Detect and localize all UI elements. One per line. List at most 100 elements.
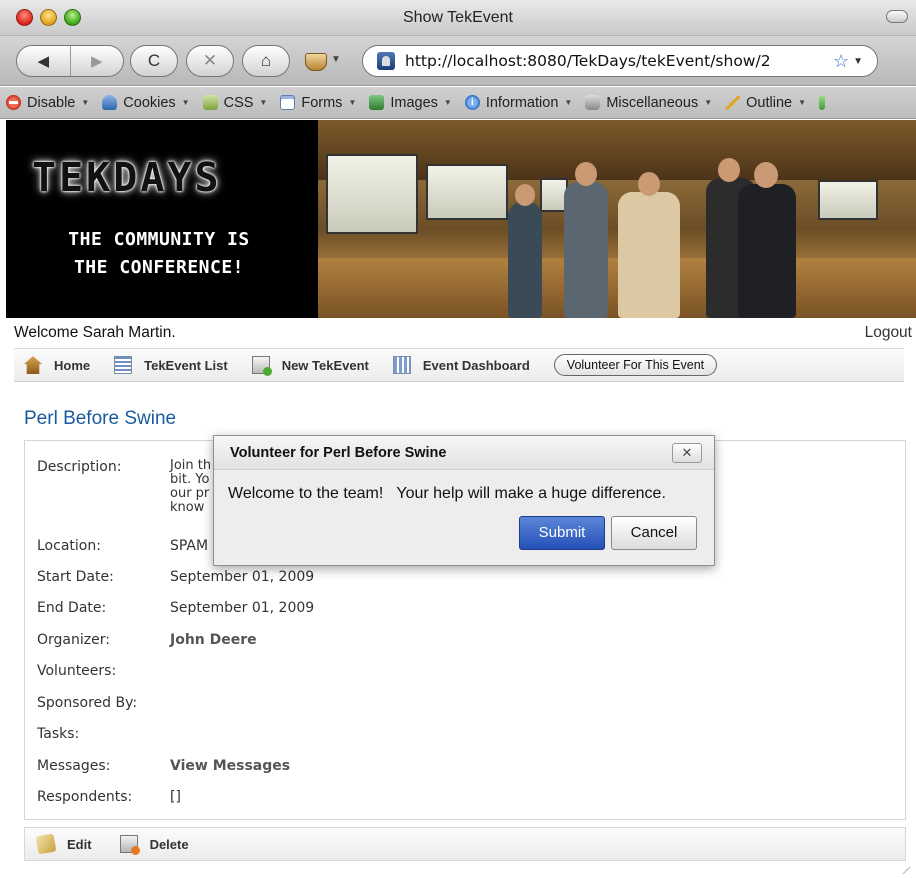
- delete-label: Delete: [149, 836, 189, 852]
- chevron-down-icon: ▼: [331, 54, 341, 65]
- main-nav: Home TekEvent List New TekEvent Event Da…: [14, 348, 904, 382]
- window-titlebar: Show TekEvent: [0, 0, 916, 36]
- toolbar-item-cookies[interactable]: Cookies ▼: [102, 94, 190, 111]
- toolbar-item-miscellaneous[interactable]: Miscellaneous ▼: [585, 95, 712, 111]
- page-title: Perl Before Swine: [24, 408, 177, 429]
- images-icon: [369, 95, 385, 110]
- toolbar-item-label: CSS: [223, 94, 254, 111]
- respondents-label: Respondents:: [37, 789, 133, 805]
- messages-label: Messages:: [37, 758, 111, 774]
- site-banner: TEKDAYS THE COMMUNITY IS THE CONFERENCE!: [6, 120, 916, 318]
- toolbar-item-label: Information: [485, 94, 559, 111]
- photo-poster: [426, 164, 508, 220]
- stop-button[interactable]: ✕: [186, 45, 234, 77]
- volunteer-dialog: Volunteer for Perl Before Swine ✕ Welcom…: [213, 435, 715, 566]
- cancel-button[interactable]: Cancel: [611, 516, 697, 550]
- description-label: Description:: [37, 459, 122, 475]
- start-date-value: September 01, 2009: [170, 569, 315, 585]
- toolbar-toggle-button[interactable]: [886, 10, 908, 23]
- new-document-icon: [251, 356, 272, 376]
- nav-new-tekevent[interactable]: New TekEvent: [251, 356, 369, 376]
- back-forward-group: ◀ ▶: [16, 45, 124, 77]
- miscellaneous-icon: [585, 95, 601, 110]
- sponsored-by-label: Sponsored By:: [37, 695, 138, 711]
- delete-document-icon: [119, 835, 140, 855]
- toolbar-item-label: Miscellaneous: [606, 94, 699, 111]
- overflow-icon: [819, 95, 825, 110]
- dialog-title: Volunteer for Perl Before Swine: [230, 445, 447, 461]
- end-date-value: September 01, 2009: [170, 600, 315, 616]
- reload-button[interactable]: C: [130, 45, 178, 77]
- greasemonkey-icon[interactable]: ▼: [303, 50, 341, 72]
- toolbar-item-label: Images: [390, 94, 438, 111]
- dialog-close-button[interactable]: ✕: [672, 443, 702, 463]
- photo-head: [754, 162, 778, 188]
- information-icon: i: [464, 95, 480, 110]
- nav-home-label: Home: [54, 357, 91, 373]
- toolbar-item-label: Outline: [746, 94, 793, 111]
- dialog-message: Welcome to the team! Your help will make…: [228, 485, 666, 502]
- nav-new-label: New TekEvent: [281, 357, 369, 373]
- edit-label: Edit: [67, 836, 92, 852]
- url-dropdown-icon[interactable]: ▼: [853, 56, 863, 67]
- disable-icon: [6, 95, 21, 110]
- volunteer-button[interactable]: Volunteer For This Event: [553, 354, 718, 376]
- window-title: Show TekEvent: [403, 9, 513, 26]
- toolbar-item-outline[interactable]: Outline ▼: [725, 95, 806, 111]
- start-date-label: Start Date:: [37, 569, 114, 585]
- view-messages-link[interactable]: View Messages: [170, 758, 290, 774]
- chevron-down-icon: ▼: [798, 98, 806, 107]
- nav-dashboard-label: Event Dashboard: [422, 357, 530, 373]
- submit-button[interactable]: Submit: [519, 516, 605, 550]
- photo-head: [638, 172, 660, 196]
- welcome-bar: Welcome Sarah Martin. Logout: [14, 324, 912, 346]
- organizer-link[interactable]: John Deere: [170, 632, 257, 648]
- toolbar-item-disable[interactable]: Disable ▼: [6, 95, 89, 111]
- photo-poster: [326, 154, 418, 234]
- toolbar-item-images[interactable]: Images ▼: [369, 94, 452, 111]
- toolbar-item-label: Cookies: [123, 94, 176, 111]
- tasks-label: Tasks:: [37, 726, 80, 742]
- toolbar-item-overflow[interactable]: [819, 95, 831, 110]
- dashboard-icon: [392, 356, 411, 374]
- photo-floor: [318, 258, 916, 318]
- bookmark-star-icon[interactable]: ☆: [833, 51, 849, 72]
- tagline-line-2: THE CONFERENCE!: [73, 257, 245, 278]
- edit-button[interactable]: Edit: [35, 833, 92, 855]
- resize-grip[interactable]: [900, 864, 910, 874]
- home-icon: [24, 356, 42, 374]
- welcome-message: Welcome Sarah Martin.: [14, 324, 176, 341]
- photo-person: [564, 182, 608, 318]
- css-icon: [202, 95, 218, 110]
- organizer-label: Organizer:: [37, 632, 110, 648]
- address-bar[interactable]: http://localhost:8080/TekDays/tekEvent/s…: [362, 45, 878, 77]
- chevron-down-icon: ▼: [259, 98, 268, 107]
- web-developer-toolbar: Disable ▼ Cookies ▼ CSS ▼ Forms ▼ Images ▼ iI…: [0, 87, 916, 119]
- mug-icon: [305, 53, 327, 71]
- nav-event-dashboard[interactable]: Event Dashboard: [392, 356, 530, 374]
- pencil-icon: [35, 833, 57, 855]
- forward-button[interactable]: ▶: [70, 52, 123, 70]
- photo-head: [718, 158, 740, 182]
- toolbar-item-css[interactable]: CSS ▼: [202, 94, 268, 111]
- delete-button[interactable]: Delete: [119, 835, 189, 855]
- browser-navigation-toolbar: ◀ ▶ C ✕ ⌂ ▼ http://localhost:8080/TekDay…: [0, 36, 916, 86]
- url-text[interactable]: http://localhost:8080/TekDays/tekEvent/s…: [405, 52, 833, 70]
- end-date-label: End Date:: [37, 600, 107, 616]
- site-favicon-icon: [377, 52, 395, 70]
- nav-tekevent-list[interactable]: TekEvent List: [114, 356, 228, 374]
- chevron-down-icon: ▼: [704, 98, 713, 107]
- action-bar: Edit Delete: [24, 827, 906, 861]
- outline-icon: [725, 95, 741, 110]
- toolbar-item-information[interactable]: i Information ▼: [464, 94, 573, 111]
- conference-photo: [318, 120, 916, 318]
- nav-home[interactable]: Home: [24, 356, 90, 374]
- logout-link[interactable]: Logout: [865, 324, 912, 342]
- photo-head: [515, 184, 535, 206]
- nav-list-label: TekEvent List: [144, 357, 228, 373]
- home-button[interactable]: ⌂: [242, 45, 290, 77]
- respondents-value: []: [170, 789, 181, 805]
- toolbar-item-forms[interactable]: Forms ▼: [280, 95, 356, 111]
- back-button[interactable]: ◀: [17, 52, 70, 70]
- chevron-down-icon: ▼: [564, 98, 573, 107]
